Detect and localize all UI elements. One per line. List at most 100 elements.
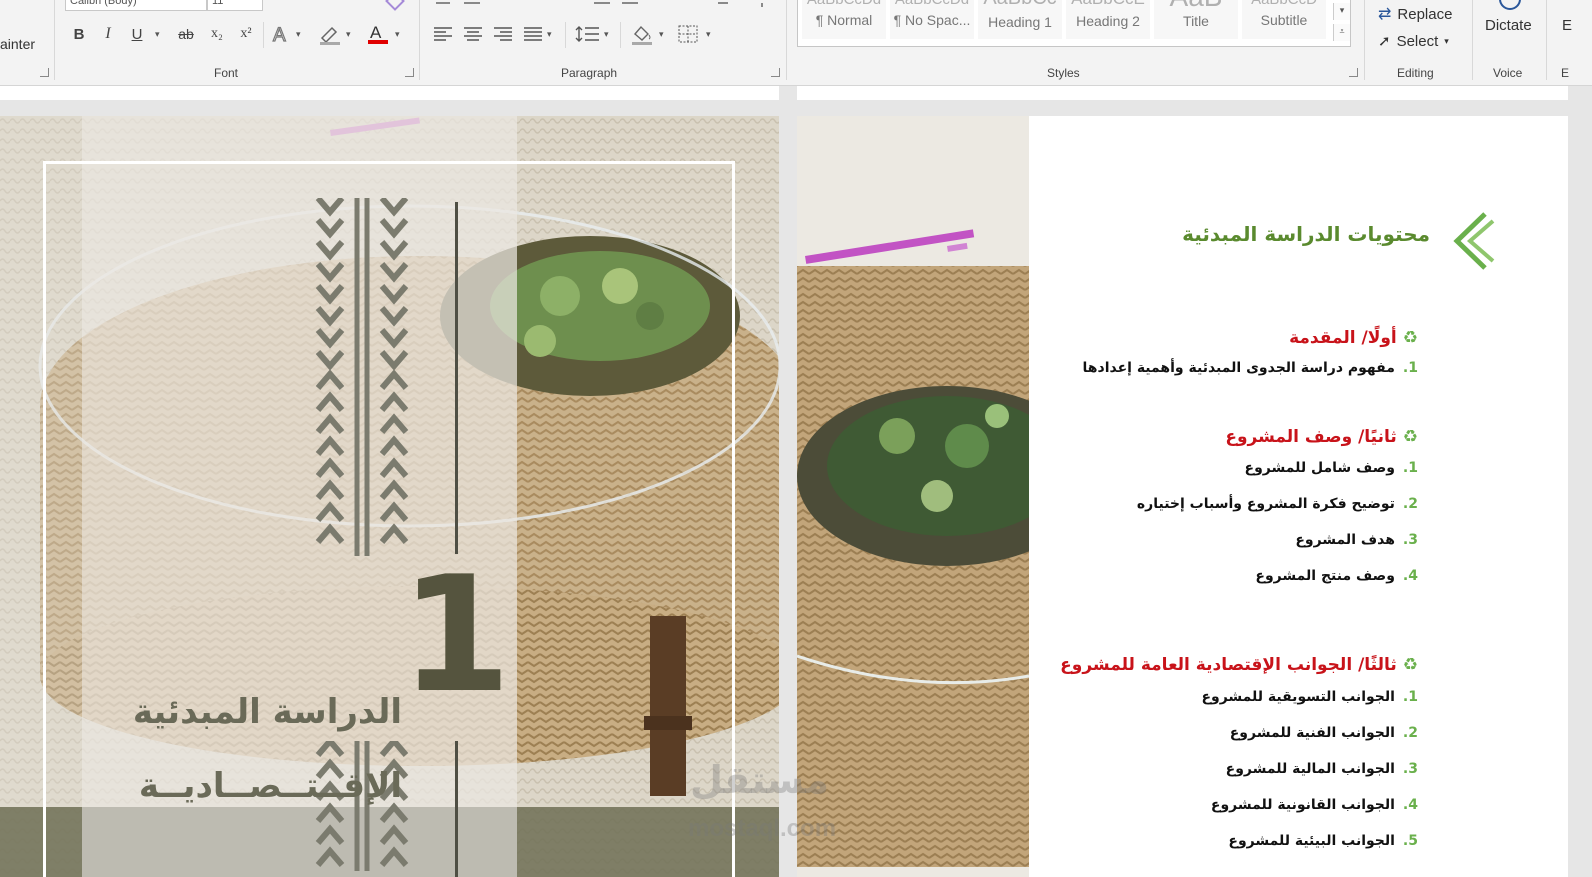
editing-group-label: Editing (1397, 66, 1434, 80)
align-center-icon[interactable] (463, 26, 483, 46)
style-name: ¶ Normal (815, 12, 873, 28)
list-item: 3. هدف المشروع (1295, 532, 1418, 548)
style-sample: AaBbCcD (1242, 0, 1326, 8)
underline-dropdown-icon[interactable]: ▾ (155, 30, 160, 40)
previous-page-bottom-left (0, 86, 779, 100)
editor-group-label-partial: E (1561, 66, 1570, 80)
font-name-box[interactable]: Calibri (Body) (65, 0, 207, 11)
font-color-icon[interactable]: A (367, 20, 389, 46)
style-subtitle[interactable]: AaBbCcD Subtitle (1242, 0, 1326, 39)
borders-icon[interactable] (678, 25, 698, 47)
list-text: الجوانب المالية للمشروع (1225, 761, 1395, 777)
decorative-chevrons-top (315, 198, 409, 556)
list-text: وصف شامل للمشروع (1244, 460, 1395, 476)
style-name: Subtitle (1260, 12, 1308, 28)
microphone-icon[interactable] (1499, 0, 1521, 10)
section-title: ثانيًا/ وصف المشروع (1225, 427, 1397, 447)
style-heading-1[interactable]: AaBbCc Heading 1 (978, 0, 1062, 39)
font-color-dropdown-icon[interactable]: ▾ (395, 30, 400, 40)
group-separator (54, 0, 55, 80)
list-text: مفهوم دراسة الجدوى المبدئية وأهمية إعداد… (1082, 360, 1395, 376)
list-item: 2. الجوانب الفنية للمشروع (1230, 725, 1418, 741)
cover-page[interactable]: 1 الدراسة المبدئية الإقــتــصــاديــة (0, 116, 779, 877)
list-text: هدف المشروع (1295, 532, 1395, 548)
list-number: 5. (1402, 833, 1418, 849)
style-normal[interactable]: AaBbCcDd ¶ Normal (802, 0, 886, 39)
cover-vertical-line-bottom (455, 741, 458, 877)
decorative-chevrons-bottom (315, 741, 409, 871)
italic-button[interactable]: I (100, 22, 116, 46)
list-item: 5. الجوانب البيئية للمشروع (1228, 833, 1418, 849)
highlight-dropdown-icon[interactable]: ▾ (346, 30, 351, 40)
font-launcher-icon[interactable] (405, 68, 414, 77)
bold-button[interactable]: B (70, 22, 88, 46)
justify-icon[interactable] (523, 26, 543, 46)
dictate-button[interactable]: Dictate (1485, 17, 1532, 34)
list-item: 1. الجوانب التسويقية للمشروع (1201, 689, 1418, 705)
group-separator (1364, 0, 1365, 80)
style-no-spacing[interactable]: AaBbCcDd ¶ No Spac... (890, 0, 974, 39)
list-number: 4. (1402, 568, 1418, 584)
styles-launcher-icon[interactable] (1349, 68, 1358, 77)
format-painter-label[interactable]: ainter (0, 36, 35, 52)
cover-title-line2: الإقــتــصــاديــة (138, 766, 402, 806)
style-sample: AaBbCcDd (802, 0, 886, 8)
cover-number: 1 (400, 541, 512, 728)
list-number: 1. (1402, 689, 1418, 705)
list-item: 1. مفهوم دراسة الجدوى المبدئية وأهمية إعد… (1083, 360, 1418, 376)
list-text: وصف منتج المشروع (1255, 568, 1395, 584)
replace-button[interactable]: ⇄ Replace (1378, 4, 1452, 24)
styles-gallery: AaBbCcDd ¶ Normal AaBbCcDd ¶ No Spac... … (797, 0, 1351, 47)
styles-group-label: Styles (1047, 66, 1080, 80)
justify-dropdown-icon[interactable]: ▾ (547, 30, 552, 40)
style-sample: AaBbCcDd (890, 0, 974, 8)
list-text: الجوانب التسويقية للمشروع (1201, 689, 1395, 705)
double-chevron-icon (1453, 212, 1495, 270)
vertical-scrollbar[interactable] (1568, 86, 1592, 877)
subscript-button[interactable]: x₂ (206, 22, 228, 46)
styles-more-icon[interactable]: ⩡ (1333, 24, 1350, 41)
section-heading: ♻ثالثًا/ الجوانب الإقتصادية العامة للمشر… (1060, 655, 1418, 675)
text-effects-icon[interactable]: A (271, 22, 293, 46)
highlight-partial-icon[interactable] (385, 0, 405, 11)
superscript-button[interactable]: x² (235, 22, 257, 46)
paragraph-launcher-icon[interactable] (771, 68, 780, 77)
align-left-icon[interactable] (433, 26, 453, 46)
select-dropdown-icon: ▾ (1444, 35, 1449, 46)
borders-dropdown-icon[interactable]: ▾ (706, 30, 711, 40)
replace-icon: ⇄ (1378, 6, 1392, 23)
list-number: 2. (1402, 725, 1418, 741)
style-title[interactable]: AaB Title (1154, 0, 1238, 39)
recycle-icon: ♻ (1402, 655, 1418, 675)
shading-icon[interactable] (630, 22, 654, 50)
styles-scroll-down-icon[interactable]: ▾ (1333, 3, 1350, 20)
svg-text:A: A (273, 25, 286, 46)
strikethrough-button[interactable]: ab (175, 22, 197, 46)
toolbar-divider (263, 22, 264, 48)
section-title: أولًا/ المقدمة (1289, 328, 1397, 348)
underline-button[interactable]: U (128, 22, 146, 46)
select-button[interactable]: ➚ Select ▾ (1378, 32, 1449, 51)
cover-vertical-line-top (455, 202, 458, 554)
paragraph-top-icons (428, 0, 788, 7)
group-separator (419, 0, 420, 80)
line-spacing-icon[interactable] (575, 24, 601, 48)
text-effects-dropdown-icon[interactable]: ▾ (296, 30, 301, 40)
contents-page[interactable]: محتويات الدراسة المبدئية ♻أولًا/ المقدمة… (797, 116, 1568, 877)
list-item: 3. الجوانب المالية للمشروع (1226, 761, 1418, 777)
style-heading-2[interactable]: AaBbCcE Heading 2 (1066, 0, 1150, 39)
align-right-icon[interactable] (493, 26, 513, 46)
watermark-arabic: مستقل (690, 758, 829, 802)
line-spacing-dropdown-icon[interactable]: ▾ (604, 30, 609, 40)
list-number: 4. (1402, 797, 1418, 813)
style-sample: AaBbCc (978, 0, 1062, 10)
highlight-color-icon[interactable] (318, 22, 342, 46)
list-number: 3. (1402, 532, 1418, 548)
font-size-box[interactable]: 11 (207, 0, 263, 11)
style-name: ¶ No Spac... (893, 12, 971, 28)
list-item: 4. الجوانب القانونية للمشروع (1211, 797, 1418, 813)
clipboard-launcher-icon[interactable] (40, 68, 49, 77)
voice-group-label: Voice (1493, 66, 1523, 80)
shading-dropdown-icon[interactable]: ▾ (659, 30, 664, 40)
replace-label: Replace (1397, 5, 1453, 23)
